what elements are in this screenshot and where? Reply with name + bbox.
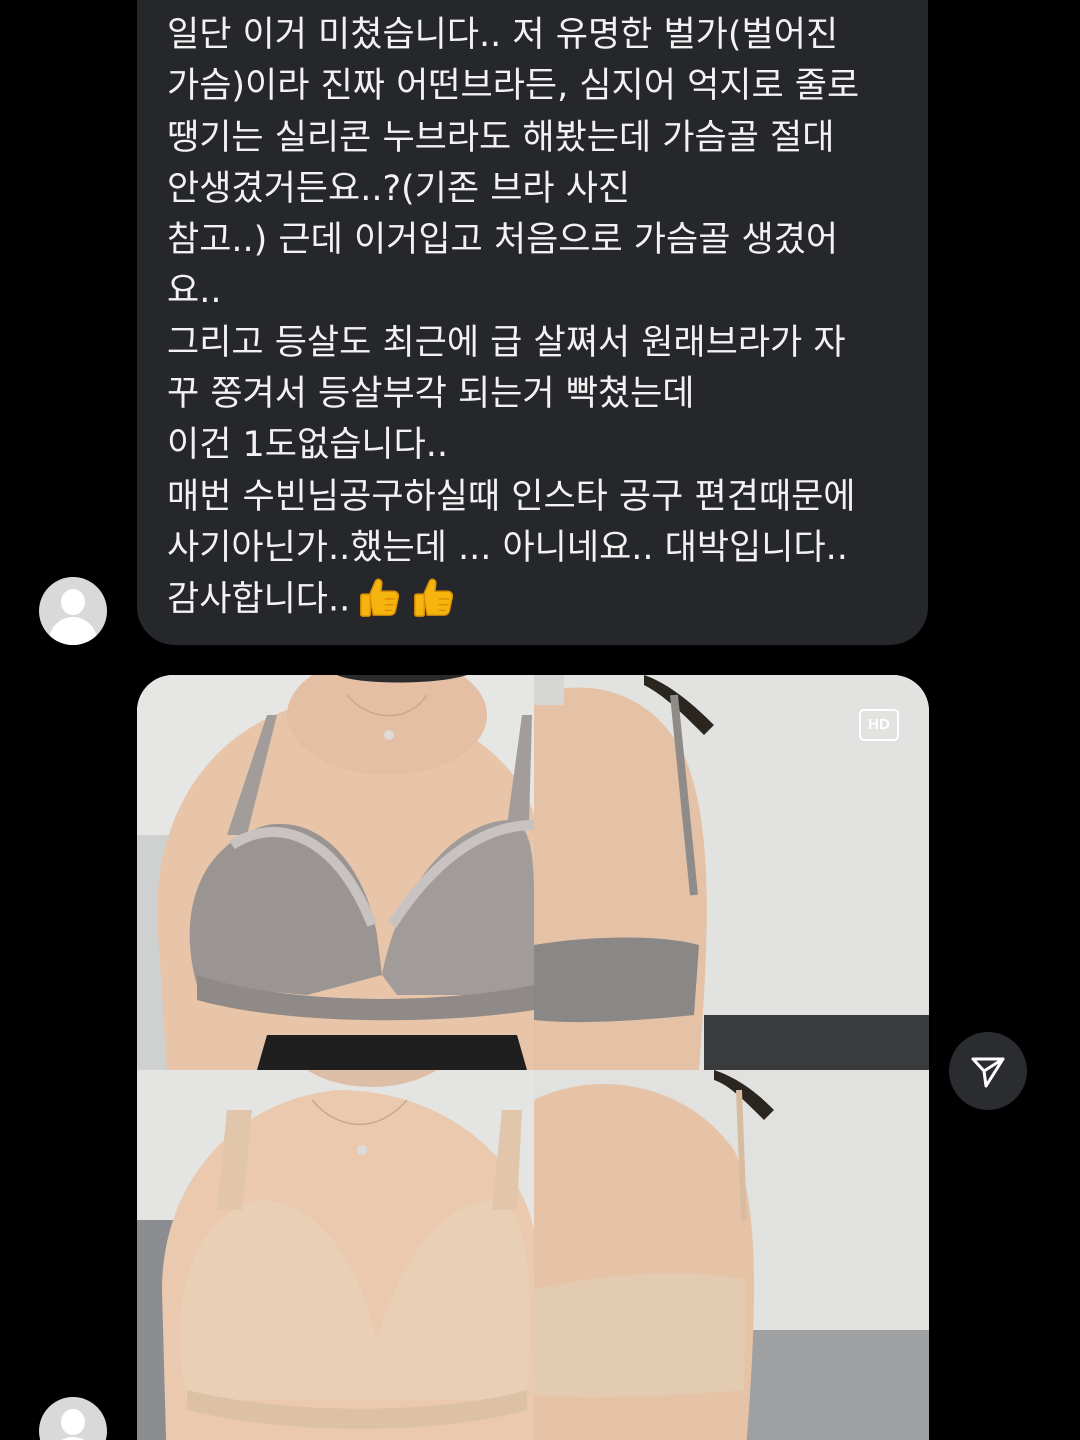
after-front-image	[137, 1070, 534, 1440]
message-line: 안생겼거든요..?(기존 브라 사진	[167, 168, 631, 209]
sender-avatar[interactable]	[39, 1397, 107, 1440]
message-line-text: 감사합니다..	[167, 579, 351, 620]
message-line: 사기아닌가..했는데 ... 아니네요.. 대박입니다..	[167, 527, 848, 568]
photo-panel-before-back: HD	[534, 675, 929, 1070]
photo-panel-before-front	[137, 675, 534, 1070]
photo-attachment[interactable]: HD	[137, 675, 929, 1440]
share-button[interactable]	[949, 1032, 1027, 1110]
before-front-image	[137, 675, 534, 1070]
message-line: 참고..) 근데 이거입고 처음으로 가슴골 생겼어	[167, 220, 839, 261]
photo-panel-after-back	[534, 1070, 929, 1440]
message-line: 꾸 쫑겨서 등살부각 되는거 빡쳤는데	[167, 374, 695, 415]
message-line: 그리고 등살도 최근에 급 살쪄서 원래브라가 자	[167, 322, 846, 363]
paper-plane-icon	[971, 1057, 1005, 1088]
message-line: 매번 수빈님공구하실때 인스타 공구 편견때문에	[167, 476, 856, 517]
message-last-line: 감사합니다..	[167, 574, 908, 627]
message-line: 이건 1도없습니다..	[167, 425, 449, 466]
message-bubble[interactable]: 일단 이거 미쳤습니다.. 저 유명한 벌가(벌어진 가슴)이라 진짜 어떤브라…	[137, 0, 928, 645]
sender-avatar[interactable]	[39, 577, 107, 645]
photo-panel-after-front	[137, 1070, 534, 1440]
hd-badge: HD	[859, 709, 899, 741]
message-line: 땡기는 실리콘 누브라도 해봤는데 가슴골 절대	[167, 117, 835, 158]
default-avatar-icon	[61, 1409, 85, 1435]
default-avatar-icon	[61, 589, 85, 615]
message-line: 요..	[167, 271, 222, 312]
chat-screen: 일단 이거 미쳤습니다.. 저 유명한 벌가(벌어진 가슴)이라 진짜 어떤브라…	[0, 0, 1080, 1440]
message-line: 일단 이거 미쳤습니다.. 저 유명한 벌가(벌어진	[167, 15, 839, 55]
message-line: 가슴)이라 진짜 어떤브라든, 심지어 억지로 줄로	[167, 66, 860, 107]
emoji-group	[356, 574, 464, 627]
thumbs-up-icon	[414, 578, 454, 618]
after-back-image	[534, 1070, 929, 1440]
thumbs-up-icon	[360, 578, 400, 618]
avatar-shoulders	[49, 617, 97, 645]
